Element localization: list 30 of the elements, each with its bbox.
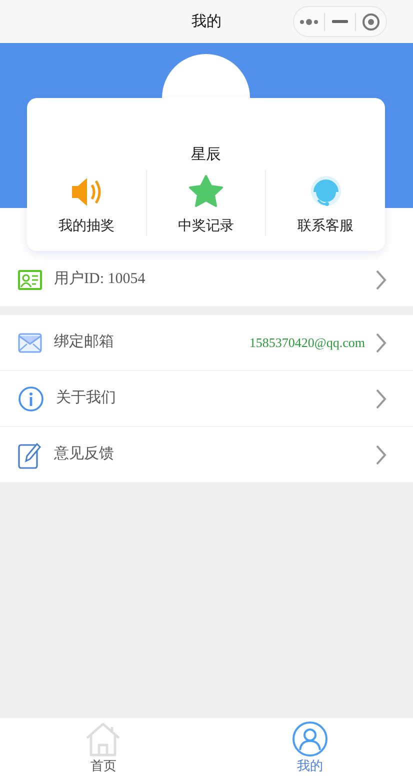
chevron-icon xyxy=(375,444,387,466)
row-value: 1585370420@qq.com xyxy=(249,334,365,352)
row-label: 意见反馈 xyxy=(54,444,114,464)
close-icon[interactable] xyxy=(362,12,380,30)
row-label: 绑定邮箱 xyxy=(54,332,114,352)
star-icon xyxy=(188,174,224,210)
row-label: 用户ID: 10054 xyxy=(54,270,146,290)
list-row[interactable]: 绑定邮箱 1585370420@qq.com xyxy=(0,315,413,371)
info-icon xyxy=(18,386,44,412)
list-row[interactable]: 意见反馈 xyxy=(0,427,413,483)
tab-item[interactable]: 我的 xyxy=(206,718,413,780)
edit-icon xyxy=(18,440,42,468)
user-name: 星辰 xyxy=(191,144,221,165)
chevron-icon xyxy=(375,332,387,354)
list-row[interactable]: 关于我们 xyxy=(0,371,413,427)
user-icon xyxy=(292,721,328,757)
more-icon[interactable] xyxy=(299,18,319,24)
list-row[interactable]: 用户ID: 10054 xyxy=(0,253,413,307)
mail-icon xyxy=(18,332,42,352)
page-title: 我的 xyxy=(192,11,222,32)
home-icon xyxy=(84,721,122,757)
shortcut-item[interactable]: 联系客服 xyxy=(266,174,386,236)
chevron-icon xyxy=(375,388,387,410)
minimize-icon[interactable] xyxy=(332,20,348,24)
chevron-icon xyxy=(375,268,387,290)
row-label: 关于我们 xyxy=(56,388,116,408)
shortcut-item[interactable]: 中奖记录 xyxy=(146,174,266,236)
id-card-icon xyxy=(18,270,42,290)
tab-item[interactable]: 首页 xyxy=(0,718,206,780)
shortcut-item[interactable]: 我的抽奖 xyxy=(27,174,146,236)
